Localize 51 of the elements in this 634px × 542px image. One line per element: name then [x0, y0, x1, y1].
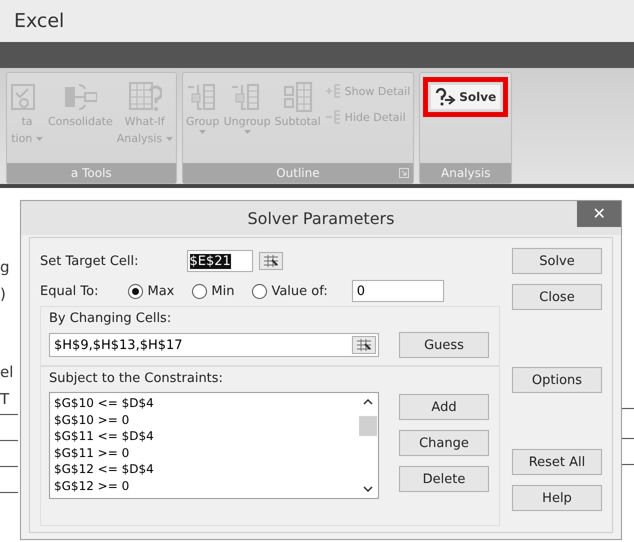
constraint-list[interactable]: $G$10 <= $D$4 $G$10 >= 0 $G$11 <= $D$4 $G$11 >= 0 $G$12 <= $D$4 $G$12 >= 0 [49, 392, 379, 499]
field-label: Set Target Cell: [40, 254, 139, 268]
group-label: a Tools [70, 166, 112, 180]
close-button[interactable]: ✕ [577, 201, 621, 227]
list-item[interactable]: $G$10 >= 0 [54, 412, 354, 428]
cell-text: ) [0, 285, 6, 303]
section-label: By Changing Cells: [49, 311, 172, 326]
dialog-button[interactable]: Reset All [512, 449, 602, 475]
input-field[interactable]: $E$21 [186, 250, 253, 272]
scroll-up-icon[interactable] [363, 399, 373, 405]
list-item[interactable]: $G$10 <= $D$4 [54, 395, 354, 412]
radio-option[interactable]: Min [192, 284, 234, 298]
radio-option[interactable]: Max [128, 284, 174, 298]
merge-icon [63, 81, 98, 113]
list-item[interactable]: $G$12 >= 0 [54, 478, 354, 494]
caret-icon [36, 136, 43, 141]
caret-icon [244, 130, 251, 134]
constraint-button[interactable]: Delete [399, 466, 489, 492]
grid-question-icon [128, 81, 162, 113]
dialog-button[interactable]: Solve [512, 248, 602, 274]
plus-rows-icon [324, 83, 341, 99]
input-field[interactable]: $H$9,$H$13,$H$17 [49, 333, 379, 357]
section-label: Subject to the Constraints: [49, 371, 224, 386]
scroll-down-icon[interactable] [363, 486, 373, 492]
group-label: Outline [276, 166, 320, 180]
dialog-button[interactable]: Options [512, 367, 602, 393]
dialog-title: Solver Parameters [248, 208, 394, 228]
constraint-button[interactable]: Change [399, 430, 489, 456]
scroll-thumb[interactable] [359, 416, 377, 436]
caret-icon [166, 136, 173, 141]
radio-option[interactable]: Value of: [252, 284, 328, 298]
window-title: Excel [14, 10, 64, 32]
guess-button[interactable]: Guess [399, 332, 489, 358]
minus-rows-icon [324, 109, 341, 125]
list-item[interactable]: $G$11 >= 0 [54, 444, 354, 461]
dialog-button[interactable]: Close [512, 284, 602, 310]
collapse-icon[interactable] [352, 336, 376, 354]
caret-icon [199, 130, 206, 134]
cell-text: T [0, 390, 10, 408]
list-item[interactable]: $G$11 <= $D$4 [54, 428, 354, 444]
cell-text: g [0, 258, 10, 276]
group-label: Analysis [441, 166, 490, 180]
question-arrow-icon [435, 88, 458, 106]
input-field[interactable]: 0 [352, 280, 444, 302]
cell-text: el [0, 363, 14, 381]
solver-button[interactable]: Solve [430, 84, 502, 110]
field-label: Equal To: [40, 284, 98, 298]
dialog-button[interactable]: Help [512, 485, 602, 511]
list-item[interactable]: $G$12 <= $D$4 [54, 461, 354, 478]
collapse-icon[interactable] [258, 252, 283, 270]
constraint-button[interactable]: Add [399, 394, 489, 420]
